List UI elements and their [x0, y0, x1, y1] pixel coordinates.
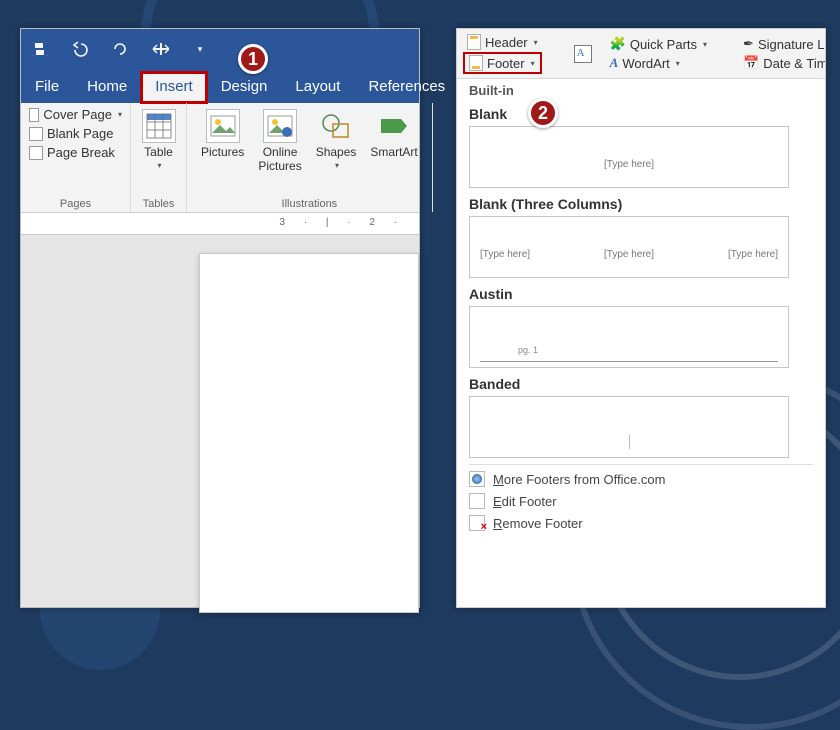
- tab-design[interactable]: Design: [207, 72, 282, 103]
- ribbon-header-footer-group: Header▾ Footer▾ 🧩Quick Parts▾ AWordArt▾ …: [457, 29, 825, 79]
- group-label-tables: Tables: [139, 196, 178, 210]
- placeholder-text: [Type here]: [604, 159, 654, 181]
- title-bar: ▾: [21, 29, 419, 69]
- wordart-button[interactable]: AWordArt▾: [606, 54, 711, 72]
- quick-parts-icon: 🧩: [610, 36, 626, 52]
- pictures-button[interactable]: Pictures: [195, 107, 250, 175]
- remove-footer-item[interactable]: Remove Footer: [469, 515, 813, 531]
- ribbon-tabs: File Home Insert Design Layout Reference…: [21, 69, 419, 103]
- redo-icon[interactable]: [111, 40, 129, 58]
- edit-footer-icon: [469, 493, 485, 509]
- tab-references[interactable]: References: [354, 72, 459, 103]
- word-window-left: ▾ File Home Insert Design Layout Referen…: [20, 28, 420, 608]
- document-page[interactable]: [199, 253, 419, 613]
- pictures-icon: [206, 109, 240, 143]
- document-area[interactable]: [21, 235, 419, 607]
- shapes-icon: [319, 109, 353, 143]
- tab-home[interactable]: Home: [73, 72, 141, 103]
- footer-option-austin[interactable]: pg. 1: [469, 306, 789, 368]
- section-blank3-title: Blank (Three Columns): [469, 196, 813, 212]
- save-icon[interactable]: [31, 40, 49, 58]
- group-tables: Table▾ Tables: [131, 103, 187, 212]
- page-break-button[interactable]: Page Break: [29, 145, 122, 160]
- footer-option-banded[interactable]: [469, 396, 789, 458]
- group-illustrations: Pictures Online Pictures Shapes▾ SmartAr…: [187, 103, 433, 212]
- shapes-button[interactable]: Shapes▾: [310, 107, 363, 175]
- text-box-icon: [574, 45, 592, 63]
- footer-option-blank-three-columns[interactable]: [Type here] [Type here] [Type here]: [469, 216, 789, 278]
- signature-line-button[interactable]: ✒Signature Line: [739, 35, 826, 53]
- online-pictures-button[interactable]: Online Pictures: [252, 107, 307, 175]
- footer-icon: [469, 55, 483, 71]
- table-button[interactable]: Table▾: [139, 107, 178, 172]
- wordart-icon: A: [610, 55, 619, 71]
- tab-file[interactable]: File: [21, 72, 73, 103]
- ribbon: Cover Page▾ Blank Page Page Break Pages …: [21, 103, 419, 213]
- smartart-button[interactable]: SmartArt: [364, 107, 423, 175]
- section-blank-title: Blank: [469, 106, 813, 122]
- ruler: 3 · | · 2 ·: [21, 213, 419, 235]
- more-footers-item[interactable]: More Footers from Office.com: [469, 471, 813, 487]
- undo-icon[interactable]: [71, 40, 89, 58]
- header-button[interactable]: Header▾: [463, 33, 542, 51]
- group-pages: Cover Page▾ Blank Page Page Break Pages: [21, 103, 131, 212]
- online-pictures-icon: [263, 109, 297, 143]
- table-icon: [142, 109, 176, 143]
- callout-badge-2: 2: [528, 98, 558, 128]
- group-label-pages: Pages: [29, 196, 122, 210]
- date-time-button[interactable]: 📅Date & Time: [739, 54, 826, 72]
- callout-badge-1: 1: [238, 44, 268, 74]
- section-banded-title: Banded: [469, 376, 813, 392]
- edit-footer-item[interactable]: Edit Footer: [469, 493, 813, 509]
- date-time-icon: 📅: [743, 55, 759, 71]
- footer-option-blank[interactable]: [Type here]: [469, 126, 789, 188]
- globe-icon: [469, 471, 485, 487]
- blank-page-button[interactable]: Blank Page: [29, 126, 122, 141]
- cover-page-button[interactable]: Cover Page▾: [29, 107, 122, 122]
- placeholder-text: [Type here]: [604, 249, 654, 271]
- remove-footer-icon: [469, 515, 485, 531]
- signature-icon: ✒: [743, 36, 754, 52]
- footer-gallery-panel: Header▾ Footer▾ 🧩Quick Parts▾ AWordArt▾ …: [456, 28, 826, 608]
- footer-gallery: Built-in Blank [Type here] Blank (Three …: [457, 83, 825, 537]
- placeholder-text: [Type here]: [480, 249, 530, 271]
- smartart-icon: [377, 109, 411, 143]
- text-box-button[interactable]: [570, 44, 596, 64]
- tab-layout[interactable]: Layout: [281, 72, 354, 103]
- qat-more-icon[interactable]: ▾: [191, 40, 209, 58]
- section-austin-title: Austin: [469, 286, 813, 302]
- footer-button[interactable]: Footer▾: [463, 52, 542, 74]
- tab-insert[interactable]: Insert: [141, 72, 207, 103]
- page-number-text: pg. 1: [518, 345, 538, 355]
- header-icon: [467, 34, 481, 50]
- built-in-label: Built-in: [469, 83, 813, 98]
- group-label-illustrations: Illustrations: [195, 196, 424, 210]
- placeholder-text: [Type here]: [728, 249, 778, 271]
- footer-menu-list: More Footers from Office.com Edit Footer…: [469, 464, 813, 531]
- quick-parts-button[interactable]: 🧩Quick Parts▾: [606, 35, 711, 53]
- touch-mode-icon[interactable]: [151, 40, 169, 58]
